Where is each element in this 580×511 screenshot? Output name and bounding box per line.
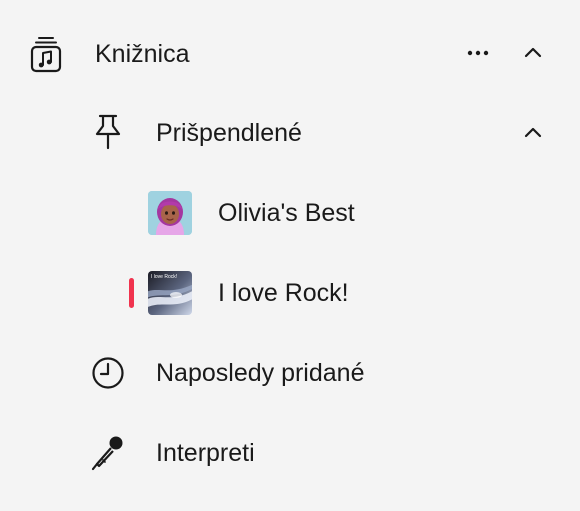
memoji-avatar-artwork — [148, 191, 192, 235]
nav-item-recently-added[interactable]: Naposledy pridané — [0, 345, 580, 401]
artwork-caption: I love Rock! — [151, 274, 178, 280]
now-playing-indicator — [129, 278, 134, 308]
nav-item-artists[interactable]: Interpreti — [0, 425, 580, 481]
clock-icon — [92, 357, 124, 389]
chevron-up-icon[interactable] — [523, 125, 543, 139]
library-header[interactable]: Knižnica — [0, 25, 580, 81]
nav-item-label: Naposledy pridané — [156, 359, 365, 387]
rock-playlist-artwork: I love Rock! — [148, 271, 192, 315]
pushpin-icon — [95, 114, 121, 150]
pinned-item-i-love-rock[interactable]: I love Rock! I love Rock! — [0, 265, 580, 321]
pinned-header[interactable]: Prišpendlené — [0, 105, 580, 161]
pinned-item-olivias-best[interactable]: Olivia's Best — [0, 185, 580, 241]
pinned-label: Prišpendlené — [156, 119, 302, 147]
nav-item-label: Interpreti — [156, 439, 255, 467]
chevron-up-icon[interactable] — [523, 45, 543, 59]
pinned-item-label: Olivia's Best — [218, 199, 355, 227]
library-sidebar: Knižnica Prišpendlené Olivia's Best I lo… — [0, 0, 580, 511]
pinned-item-label: I love Rock! — [218, 279, 349, 307]
ellipsis-icon[interactable] — [466, 48, 490, 58]
microphone-icon — [91, 436, 123, 471]
music-library-icon — [30, 37, 62, 73]
library-label: Knižnica — [95, 40, 190, 68]
